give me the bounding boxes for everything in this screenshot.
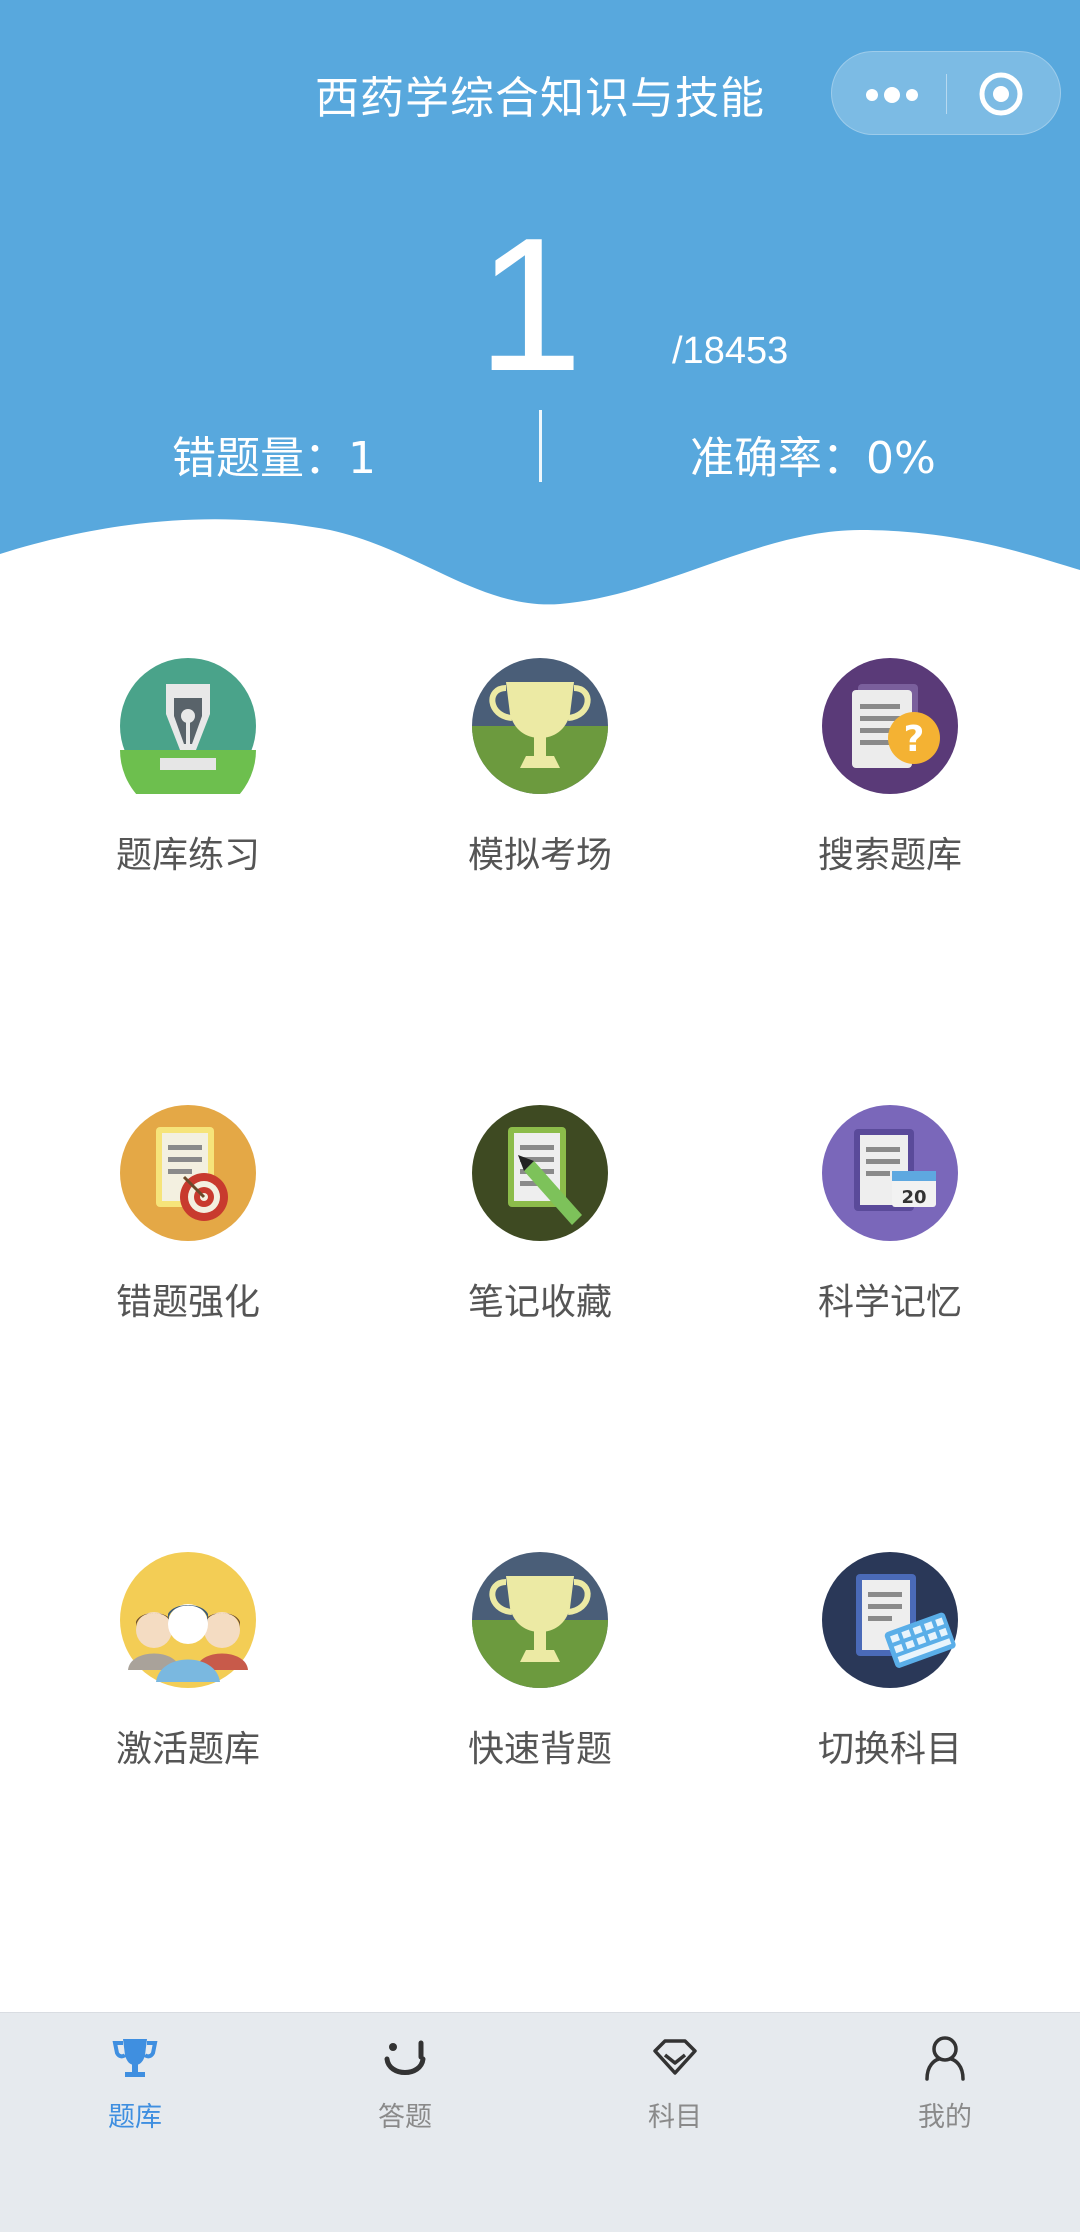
document-calendar-icon: 20 bbox=[822, 1105, 958, 1241]
diamond-tab-icon bbox=[653, 2039, 697, 2075]
grid-item-notes[interactable]: 笔记收藏 bbox=[420, 1105, 660, 1335]
grid-label: 搜索题库 bbox=[817, 835, 962, 876]
grid-item-quick-review[interactable]: 快速背题 bbox=[420, 1552, 660, 1782]
grid-label: 科学记忆 bbox=[817, 1282, 962, 1323]
svg-text:20: 20 bbox=[901, 1187, 926, 1208]
tab-subjects[interactable]: 科目 bbox=[540, 2013, 810, 2163]
document-target-icon bbox=[120, 1105, 256, 1241]
grid-label: 错题强化 bbox=[115, 1282, 260, 1323]
grid-label: 快速背题 bbox=[467, 1729, 612, 1770]
grid-item-memory[interactable]: 20 科学记忆 bbox=[770, 1105, 1010, 1335]
stats-header: 西药学综合知识与技能 1 /18453 错题量：1 准确率：0% bbox=[0, 0, 1080, 640]
user-tab-icon bbox=[925, 2036, 965, 2081]
total-count: /18453 bbox=[672, 330, 789, 372]
tab-label: 题库 bbox=[108, 2102, 162, 2133]
trophy-icon bbox=[472, 1552, 608, 1688]
document-keyboard-icon bbox=[822, 1552, 958, 1688]
done-count: 1 bbox=[477, 199, 583, 411]
grid-item-search[interactable]: ? 搜索题库 bbox=[770, 658, 1010, 888]
grid-item-switch-subject[interactable]: 切换科目 bbox=[770, 1552, 1010, 1782]
grid-label: 切换科目 bbox=[817, 1729, 962, 1770]
bottom-tab-bar: 题库 答题 科目 我的 bbox=[0, 2012, 1080, 2232]
tab-label: 我的 bbox=[918, 2102, 972, 2133]
tab-label: 答题 bbox=[378, 2102, 432, 2133]
accuracy-stat: 准确率：0% bbox=[690, 433, 936, 484]
miniprogram-capsule bbox=[831, 51, 1061, 135]
grid-label: 激活题库 bbox=[115, 1729, 260, 1770]
trophy-icon bbox=[472, 658, 608, 794]
pen-nib-icon bbox=[120, 658, 256, 794]
grid-label: 模拟考场 bbox=[467, 835, 612, 876]
document-question-icon: ? bbox=[822, 658, 958, 794]
smile-tab-icon bbox=[384, 2040, 426, 2075]
grid-item-activate[interactable]: 激活题库 bbox=[68, 1552, 308, 1782]
capsule-divider bbox=[946, 74, 947, 114]
grid-item-wrong-questions[interactable]: 错题强化 bbox=[68, 1105, 308, 1335]
tab-question-bank[interactable]: 题库 bbox=[0, 2013, 270, 2163]
grid-item-mock-exam[interactable]: 模拟考场 bbox=[420, 658, 660, 888]
document-pencil-icon bbox=[472, 1105, 608, 1241]
trophy-tab-icon bbox=[112, 2039, 158, 2077]
tab-label: 科目 bbox=[648, 2102, 702, 2133]
tab-answer[interactable]: 答题 bbox=[270, 2013, 540, 2163]
wrong-count-stat: 错题量：1 bbox=[172, 433, 376, 484]
grid-label: 题库练习 bbox=[115, 835, 260, 876]
svg-text:?: ? bbox=[904, 719, 925, 760]
people-group-icon bbox=[120, 1552, 256, 1688]
more-icon[interactable] bbox=[862, 80, 922, 110]
grid-item-practice[interactable]: 题库练习 bbox=[68, 658, 308, 888]
grid-label: 笔记收藏 bbox=[467, 1282, 612, 1323]
tab-mine[interactable]: 我的 bbox=[810, 2013, 1080, 2163]
wave-divider bbox=[0, 519, 1080, 640]
stat-divider bbox=[539, 410, 542, 482]
close-miniprogram-icon[interactable] bbox=[978, 71, 1024, 117]
